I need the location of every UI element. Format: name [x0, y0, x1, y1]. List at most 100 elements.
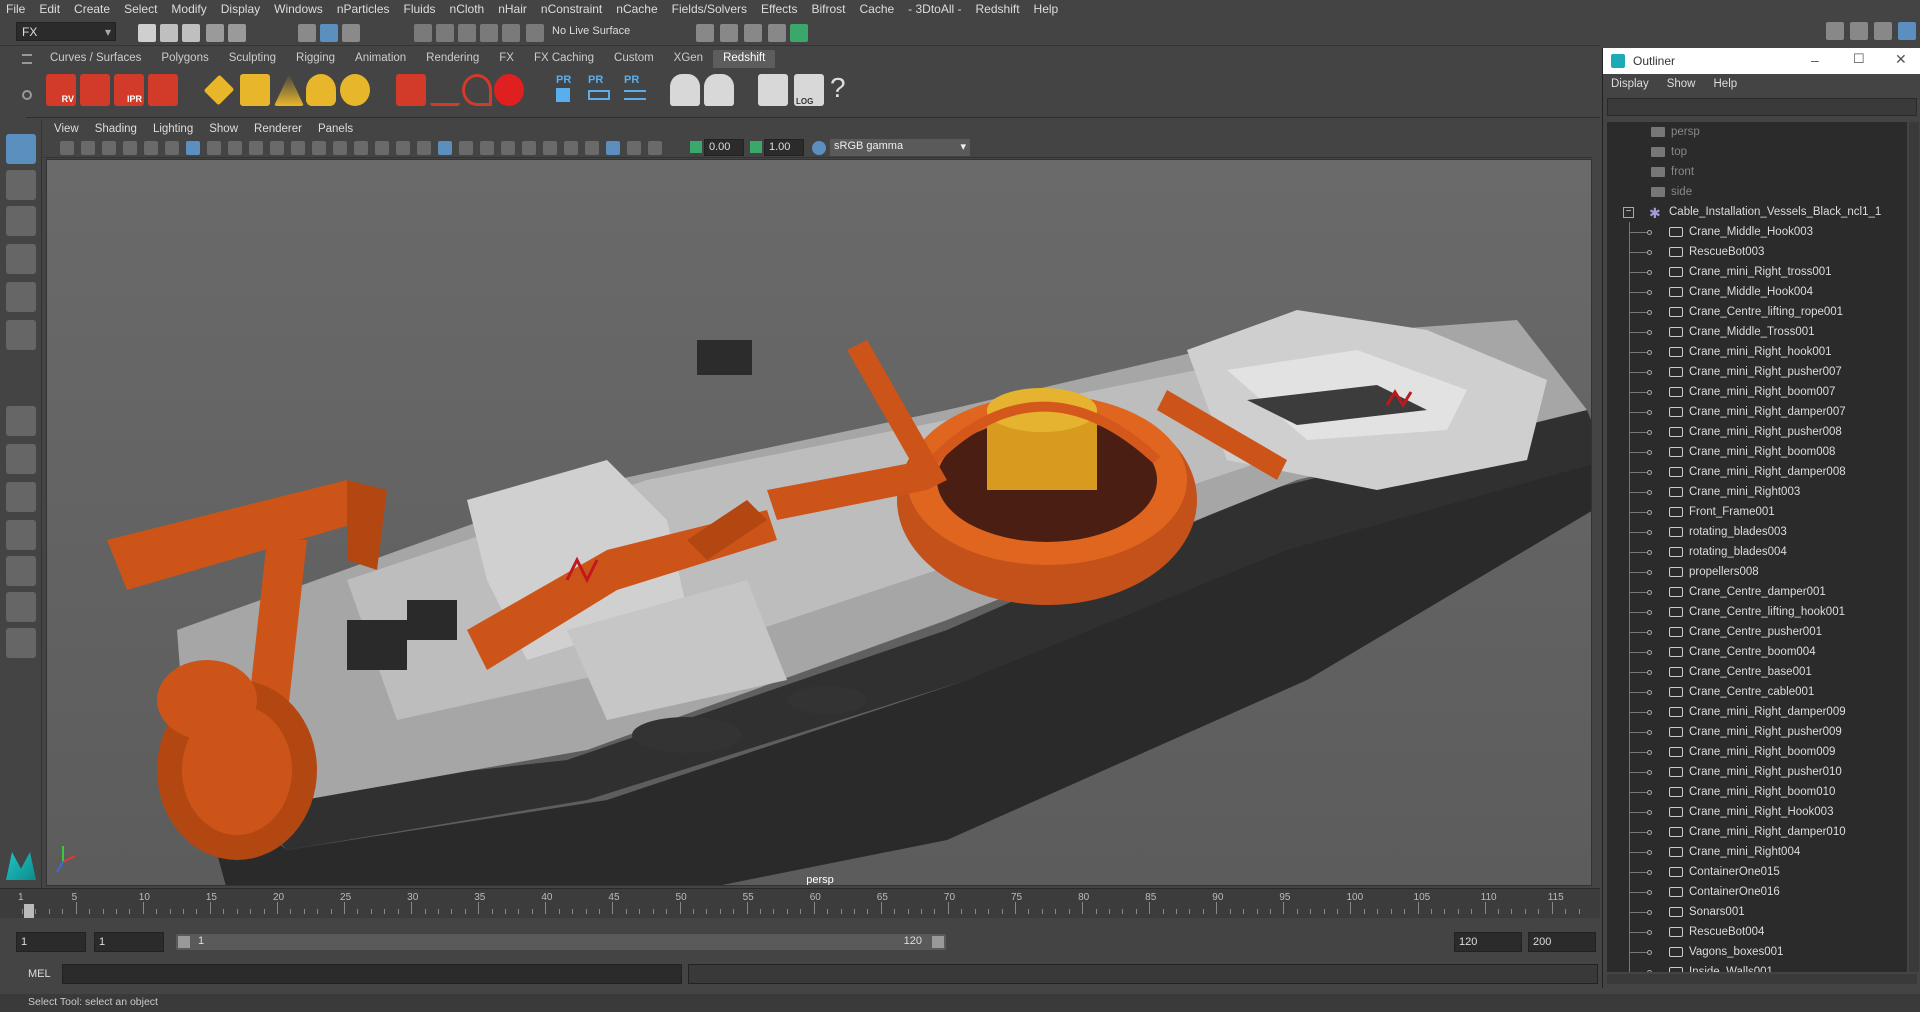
- outliner-item-row[interactable]: Crane_Middle_Hook003: [1607, 222, 1907, 242]
- outliner-item-row[interactable]: Crane_mini_Right003: [1607, 482, 1907, 502]
- shelf-tab-sculpting[interactable]: Sculpting: [219, 50, 286, 68]
- outliner-item-row[interactable]: Crane_mini_Right_boom010: [1607, 782, 1907, 802]
- resolution-gate-icon[interactable]: [228, 141, 242, 155]
- help-icon[interactable]: ?: [830, 72, 846, 104]
- open-scene-icon[interactable]: [160, 24, 178, 42]
- bookmark-icon[interactable]: [102, 141, 116, 155]
- range-end-handle[interactable]: [932, 936, 944, 948]
- 2d-pan-zoom-icon[interactable]: [144, 141, 158, 155]
- shelf-tab-curves-surfaces[interactable]: Curves / Surfaces: [40, 50, 151, 68]
- menu-bifrost[interactable]: Bifrost: [811, 2, 845, 16]
- shelf-tab-animation[interactable]: Animation: [345, 50, 416, 68]
- expand-dot-icon[interactable]: [1647, 450, 1652, 455]
- outliner-item-row[interactable]: Sonars001: [1607, 902, 1907, 922]
- paint-select-tool-icon[interactable]: [6, 206, 36, 236]
- animation-start-field[interactable]: 1: [16, 932, 86, 952]
- anti-aliasing-icon[interactable]: [543, 141, 557, 155]
- menu-nparticles[interactable]: nParticles: [337, 2, 390, 16]
- outliner-item-row[interactable]: Crane_Centre_cable001: [1607, 682, 1907, 702]
- ipr-render-icon[interactable]: [744, 24, 762, 42]
- menu-edit[interactable]: Edit: [39, 2, 60, 16]
- menu-ncloth[interactable]: nCloth: [450, 2, 485, 16]
- four-view-layout-icon[interactable]: [6, 444, 36, 474]
- outliner-item-row[interactable]: Crane_mini_Right_damper009: [1607, 702, 1907, 722]
- render-frame-icon[interactable]: [720, 24, 738, 42]
- menu-help[interactable]: Help: [1034, 2, 1059, 16]
- move-tool-icon[interactable]: [6, 244, 36, 274]
- render-settings-icon[interactable]: [768, 24, 786, 42]
- film-gate-icon[interactable]: [207, 141, 221, 155]
- expand-dot-icon[interactable]: [1647, 570, 1652, 575]
- toggle-tool-settings-icon[interactable]: [1898, 22, 1916, 40]
- save-scene-icon[interactable]: [182, 24, 200, 42]
- expand-dot-icon[interactable]: [1647, 530, 1652, 535]
- outliner-item-row[interactable]: RescueBot004: [1607, 922, 1907, 942]
- redshift-render-view-icon[interactable]: RV: [46, 74, 76, 106]
- outliner-camera-row[interactable]: side: [1607, 182, 1907, 202]
- expand-dot-icon[interactable]: [1647, 830, 1652, 835]
- shelf-tab-fx[interactable]: FX: [489, 50, 524, 68]
- undo-icon[interactable]: [206, 24, 224, 42]
- outliner-vertical-scrollbar[interactable]: [1909, 122, 1919, 972]
- script-language-label[interactable]: MEL: [28, 968, 51, 980]
- expand-dot-icon[interactable]: [1647, 270, 1652, 275]
- menu-select[interactable]: Select: [124, 2, 157, 16]
- outliner-item-row[interactable]: Crane_Centre_boom004: [1607, 642, 1907, 662]
- shelf-tab-fx-caching[interactable]: FX Caching: [524, 50, 604, 68]
- redshift-render-options-icon[interactable]: [148, 74, 178, 106]
- outliner-camera-row[interactable]: front: [1607, 162, 1907, 182]
- outliner-item-row[interactable]: Front_Frame001: [1607, 502, 1907, 522]
- viewport-menu-view[interactable]: View: [54, 123, 79, 135]
- pr-label-3[interactable]: PR: [624, 74, 639, 86]
- outliner-item-row[interactable]: Crane_Centre_base001: [1607, 662, 1907, 682]
- expand-dot-icon[interactable]: [1647, 810, 1652, 815]
- select-hierarchy-icon[interactable]: [298, 24, 316, 42]
- exposure-toggle-icon[interactable]: [690, 141, 702, 153]
- select-component-icon[interactable]: [342, 24, 360, 42]
- snap-grid-icon[interactable]: [414, 24, 432, 42]
- outliner-item-row[interactable]: Crane_mini_Right_boom009: [1607, 742, 1907, 762]
- redshift-proxy-icon[interactable]: [396, 74, 426, 106]
- snap-pivot-icon[interactable]: [526, 24, 544, 42]
- select-object-icon[interactable]: [320, 24, 338, 42]
- expand-dot-icon[interactable]: [1647, 950, 1652, 955]
- redshift-hair-icon[interactable]: [430, 74, 460, 106]
- redshift-ipr-icon[interactable]: IPR: [114, 74, 144, 106]
- outliner-item-row[interactable]: Crane_mini_Right_damper007: [1607, 402, 1907, 422]
- scale-tool-icon[interactable]: [6, 320, 36, 350]
- outliner-item-row[interactable]: Crane_mini_Right_tross001: [1607, 262, 1907, 282]
- expand-dot-icon[interactable]: [1647, 310, 1652, 315]
- redshift-dome-light-icon[interactable]: [306, 74, 336, 106]
- expand-dot-icon[interactable]: [1647, 430, 1652, 435]
- maximize-icon[interactable]: ☐: [1853, 51, 1865, 67]
- expand-dot-icon[interactable]: [1647, 770, 1652, 775]
- outliner-persp-layout-icon[interactable]: [6, 592, 36, 622]
- gate-mask-icon[interactable]: [249, 141, 263, 155]
- outliner-item-row[interactable]: propellers008: [1607, 562, 1907, 582]
- select-tool-icon[interactable]: [6, 134, 36, 164]
- outliner-item-row[interactable]: Crane_mini_Right_pusher008: [1607, 422, 1907, 442]
- command-input[interactable]: [62, 964, 682, 984]
- select-camera-icon[interactable]: [60, 141, 74, 155]
- perspective-viewport[interactable]: persp: [46, 159, 1592, 886]
- rotate-tool-icon[interactable]: [6, 282, 36, 312]
- range-slider[interactable]: 1 120: [176, 934, 946, 950]
- use-all-lights-icon[interactable]: [459, 141, 473, 155]
- expand-dot-icon[interactable]: [1647, 610, 1652, 615]
- outliner-item-row[interactable]: Crane_Centre_lifting_rope001: [1607, 302, 1907, 322]
- expand-dot-icon[interactable]: [1647, 390, 1652, 395]
- expand-dot-icon[interactable]: [1647, 910, 1652, 915]
- outliner-item-row[interactable]: Crane_Centre_pusher001: [1607, 622, 1907, 642]
- outliner-item-row[interactable]: RescueBot003: [1607, 242, 1907, 262]
- snap-view-icon[interactable]: [480, 24, 498, 42]
- current-time-indicator[interactable]: [24, 904, 34, 918]
- playback-start-field[interactable]: 1: [94, 932, 164, 952]
- field-chart-icon[interactable]: [270, 141, 284, 155]
- image-plane-icon[interactable]: [123, 141, 137, 155]
- redshift-sun-light-icon[interactable]: [340, 74, 370, 106]
- live-surface-label[interactable]: No Live Surface: [552, 23, 650, 41]
- toggle-channel-box-icon[interactable]: [1850, 22, 1868, 40]
- outliner-item-row[interactable]: Inside_Walls001: [1607, 962, 1907, 972]
- textured-icon[interactable]: [438, 141, 452, 155]
- playback-end-field[interactable]: 120: [1454, 932, 1522, 952]
